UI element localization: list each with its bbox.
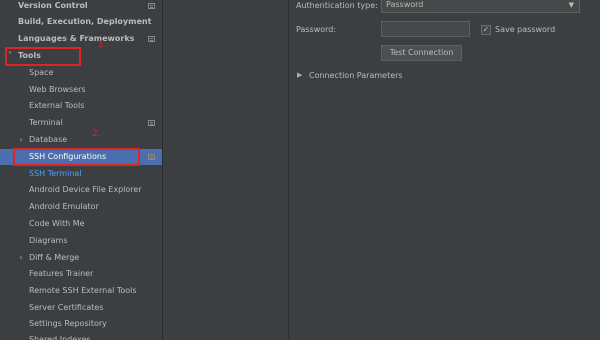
annotation-box-ssh-configurations xyxy=(13,148,140,166)
auth-type-label: Authentication type: xyxy=(296,1,378,10)
sidebar-item-web-browsers[interactable]: Web Browsers xyxy=(0,82,162,98)
connection-parameters-section[interactable]: Connection Parameters xyxy=(309,71,403,80)
sidebar-item-label: Build, Execution, Deployment xyxy=(18,17,152,26)
sidebar-item-terminal[interactable]: Terminal xyxy=(0,115,162,131)
sidebar-item-version-control[interactable]: Version Control xyxy=(0,0,162,14)
sidebar-item-label: Server Certificates xyxy=(29,303,104,312)
sidebar-item-label: Code With Me xyxy=(29,219,85,228)
test-connection-button[interactable]: Test Connection xyxy=(381,45,462,61)
sidebar-item-space[interactable]: Space xyxy=(0,65,162,81)
chevron-right-icon[interactable]: › xyxy=(17,250,25,266)
password-label: Password: xyxy=(296,25,337,34)
project-settings-icon xyxy=(148,3,155,9)
sidebar-item-label: Features Trainer xyxy=(29,269,94,278)
sidebar-item-label: Android Emulator xyxy=(29,202,99,211)
sidebar-item-code-with-me[interactable]: Code With Me xyxy=(0,216,162,232)
sidebar-item-label: Shared Indexes xyxy=(29,335,91,340)
annotation-box-tools xyxy=(5,47,81,66)
sidebar-item-label: Diagrams xyxy=(29,236,68,245)
sidebar-item-features-trainer[interactable]: Features Trainer xyxy=(0,266,162,282)
sidebar-item-label: External Tools xyxy=(29,101,85,110)
sidebar-item-diff-merge[interactable]: › Diff & Merge xyxy=(0,250,162,266)
sidebar-item-label: Web Browsers xyxy=(29,85,86,94)
sidebar-item-external-tools[interactable]: External Tools xyxy=(0,98,162,114)
sidebar-item-label: Diff & Merge xyxy=(29,253,80,262)
sidebar-item-label: Remote SSH External Tools xyxy=(29,286,137,295)
sidebar-item-label: Version Control xyxy=(18,1,88,10)
sidebar-item-ssh-terminal[interactable]: SSH Terminal xyxy=(0,166,162,182)
auth-type-dropdown[interactable]: Password ▼ xyxy=(381,0,580,13)
project-settings-icon xyxy=(148,36,155,42)
sidebar-item-label: Database xyxy=(29,135,68,144)
save-password-checkbox[interactable]: ✓ xyxy=(481,25,491,35)
sidebar-item-database[interactable]: › Database xyxy=(0,132,162,148)
sidebar-item-label: Space xyxy=(29,68,54,77)
password-field[interactable] xyxy=(381,21,470,37)
sidebar-item-shared-indexes[interactable]: Shared Indexes xyxy=(0,332,162,340)
sidebar-item-label: Terminal xyxy=(29,118,63,127)
sidebar-item-android-device-file-explorer[interactable]: Android Device File Explorer xyxy=(0,182,162,198)
chevron-down-icon: ▼ xyxy=(568,1,574,9)
sidebar-item-server-certificates[interactable]: Server Certificates xyxy=(0,300,162,316)
chevron-right-icon[interactable]: ▶ xyxy=(297,71,302,79)
sidebar-item-languages-frameworks[interactable]: Languages & Frameworks xyxy=(0,31,162,47)
project-settings-icon xyxy=(148,120,155,126)
sidebar-item-label: Languages & Frameworks xyxy=(18,34,135,43)
sidebar-item-build-execution-deployment[interactable]: Build, Execution, Deployment xyxy=(0,14,162,30)
panel-divider[interactable] xyxy=(288,0,289,340)
chevron-right-icon[interactable]: › xyxy=(17,132,25,148)
sidebar-item-remote-ssh-external-tools[interactable]: Remote SSH External Tools xyxy=(0,283,162,299)
sidebar-item-label: Settings Repository xyxy=(29,319,107,328)
sidebar-item-diagrams[interactable]: Diagrams xyxy=(0,233,162,249)
sidebar-item-label: Android Device File Explorer xyxy=(29,185,142,194)
sidebar-item-settings-repository[interactable]: Settings Repository xyxy=(0,316,162,332)
project-settings-icon xyxy=(148,154,155,160)
sidebar-item-label: SSH Terminal xyxy=(29,169,82,178)
save-password-label[interactable]: Save password xyxy=(495,25,555,34)
sidebar-item-android-emulator[interactable]: Android Emulator xyxy=(0,199,162,215)
auth-type-value: Password xyxy=(386,0,424,9)
annotation-number-2: 2. xyxy=(92,129,101,139)
annotation-number-1: 1. xyxy=(98,40,107,50)
